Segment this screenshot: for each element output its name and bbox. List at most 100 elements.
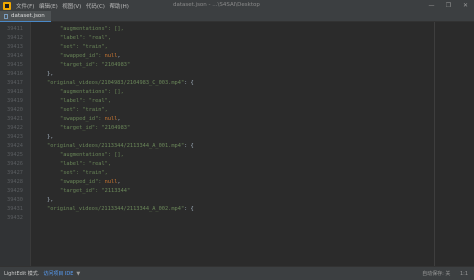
menu-help[interactable]: 帮助(H) xyxy=(109,2,128,10)
code-token: : { xyxy=(184,80,194,86)
code-token: "augmentations": [], xyxy=(60,89,124,95)
code-line: 39432 xyxy=(0,214,474,223)
code-token: "label": "real", xyxy=(60,35,112,41)
line-number: 39413 xyxy=(7,44,23,50)
code-token: }, xyxy=(47,134,54,140)
window-controls: — ❐ ✕ xyxy=(423,0,474,11)
menu-file[interactable]: 文件(F) xyxy=(16,2,34,10)
code-line: 39431 "original_videos/2113344/2113344_A_… xyxy=(0,205,474,214)
code-line: 39430}, xyxy=(0,196,474,205)
code-token: "set": "train", xyxy=(60,44,108,50)
line-code: }, xyxy=(47,133,53,142)
tab-label: dataset.json xyxy=(11,13,45,19)
code-token: "set": "train", xyxy=(60,170,108,176)
line-code: "augmentations": [], xyxy=(60,151,124,160)
code-token: "original_videos/2113344/2113344_A_002.m… xyxy=(47,206,185,212)
code-line: 39424 "original_videos/2113344/2113344_A_… xyxy=(0,142,474,151)
code-token: null xyxy=(104,116,118,122)
line-number: 39425 xyxy=(7,152,23,158)
code-token: "label": "real", xyxy=(60,98,112,104)
code-token: "augmentations": [], xyxy=(60,26,124,32)
autosave-status[interactable]: 自动保存: 关 xyxy=(422,271,450,277)
close-icon[interactable]: ✕ xyxy=(457,0,474,11)
code-line: 39423}, xyxy=(0,133,474,142)
code-token: "target_id": "2104983" xyxy=(60,62,131,68)
code-token: "original_videos/2113344/2113344_A_001.m… xyxy=(47,143,185,149)
code-line: 39421 "swapped_id": null, xyxy=(0,115,474,124)
code-token: , xyxy=(117,179,121,185)
code-token: , xyxy=(117,116,121,122)
code-token: "original_videos/2104983/2104983_C_003.m… xyxy=(47,80,185,86)
line-number: 39431 xyxy=(7,206,23,212)
code-editor[interactable]: 39411 "augmentations": [], 39412 "label": "… xyxy=(0,22,474,266)
line-code: "label": "real", xyxy=(60,34,111,43)
line-number: 39421 xyxy=(7,116,23,122)
status-right: 自动保存: 关 1:1 xyxy=(414,270,468,277)
tab-bar: dataset.json xyxy=(0,11,474,22)
code-line: 39419 "label": "real", xyxy=(0,97,474,106)
line-number: 39422 xyxy=(7,125,23,131)
line-code: "set": "train", xyxy=(60,169,108,178)
line-code: "augmentations": [], xyxy=(60,88,124,97)
code-line: 39413 "set": "train", xyxy=(0,43,474,52)
line-number: 39417 xyxy=(7,80,23,86)
chevron-down-icon[interactable]: ▼ xyxy=(76,271,80,277)
code-token: "set": "train", xyxy=(60,107,108,113)
code-token: : { xyxy=(184,206,194,212)
code-token: null xyxy=(104,179,118,185)
code-line: 39428 "swapped_id": null, xyxy=(0,178,474,187)
code-line: 39425 "augmentations": [], xyxy=(0,151,474,160)
line-code: "target_id": "2104983" xyxy=(60,61,130,70)
line-code: "original_videos/2113344/2113344_A_001.m… xyxy=(47,142,194,151)
menu-edit[interactable]: 编辑(E) xyxy=(39,2,58,10)
code-token: "target_id": "2104983" xyxy=(60,125,131,131)
code-line: 39426 "label": "real", xyxy=(0,160,474,169)
line-number: 39423 xyxy=(7,134,23,140)
line-code: "swapped_id": null, xyxy=(60,115,121,124)
code-line: 39414 "swapped_id": null, xyxy=(0,52,474,61)
app-logo-icon xyxy=(3,1,11,10)
line-code: "label": "real", xyxy=(60,160,111,169)
line-code: "original_videos/2113344/2113344_A_002.m… xyxy=(47,205,194,214)
code-token: : { xyxy=(184,143,194,149)
line-number: 39420 xyxy=(7,107,23,113)
status-mode: LightEdit 模式. xyxy=(4,271,40,277)
line-number: 39416 xyxy=(7,71,23,77)
line-code: }, xyxy=(47,196,53,205)
line-code: }, xyxy=(47,70,53,79)
tab-dataset-json[interactable]: dataset.json xyxy=(0,11,51,22)
code-token: "swapped_id": xyxy=(60,53,105,59)
line-code: "target_id": "2113344" xyxy=(60,187,130,196)
code-line: 39422 "target_id": "2104983" xyxy=(0,124,474,133)
code-line: 39418 "augmentations": [], xyxy=(0,88,474,97)
open-project-ide-link[interactable]: 访问项目 IDE xyxy=(43,270,73,277)
line-code: "swapped_id": null, xyxy=(60,52,121,61)
status-bar: LightEdit 模式. 访问项目 IDE ▼ 自动保存: 关 1:1 xyxy=(0,266,474,280)
maximize-icon[interactable]: ❐ xyxy=(440,0,457,11)
line-number: 39418 xyxy=(7,89,23,95)
code-token: "augmentations": [], xyxy=(60,152,124,158)
line-number: 39412 xyxy=(7,35,23,41)
window-title: dataset.json - ...\S4SAI\Desktop xyxy=(173,2,260,8)
code-line: 39429 "target_id": "2113344" xyxy=(0,187,474,196)
minimize-icon[interactable]: — xyxy=(423,0,440,11)
line-code: "label": "real", xyxy=(60,97,111,106)
title-bar: 文件(F) 编辑(E) 视图(V) 代码(C) 帮助(H) dataset.js… xyxy=(0,0,474,11)
code-token: "target_id": "2113344" xyxy=(60,188,131,194)
line-code: "original_videos/2104983/2104983_C_003.m… xyxy=(47,79,194,88)
line-code: "target_id": "2104983" xyxy=(60,124,130,133)
line-number: 39426 xyxy=(7,161,23,167)
line-code: "set": "train", xyxy=(60,106,108,115)
line-number: 39429 xyxy=(7,188,23,194)
code-token: }, xyxy=(47,197,54,203)
line-number: 39414 xyxy=(7,53,23,59)
menu-code[interactable]: 代码(C) xyxy=(86,2,105,10)
cursor-position[interactable]: 1:1 xyxy=(460,271,468,277)
line-number: 39428 xyxy=(7,179,23,185)
line-number: 39424 xyxy=(7,143,23,149)
json-file-icon xyxy=(4,13,8,19)
line-code: "augmentations": [], xyxy=(60,25,124,34)
menu-view[interactable]: 视图(V) xyxy=(62,2,81,10)
code-line: 39420 "set": "train", xyxy=(0,106,474,115)
code-token: null xyxy=(104,53,118,59)
